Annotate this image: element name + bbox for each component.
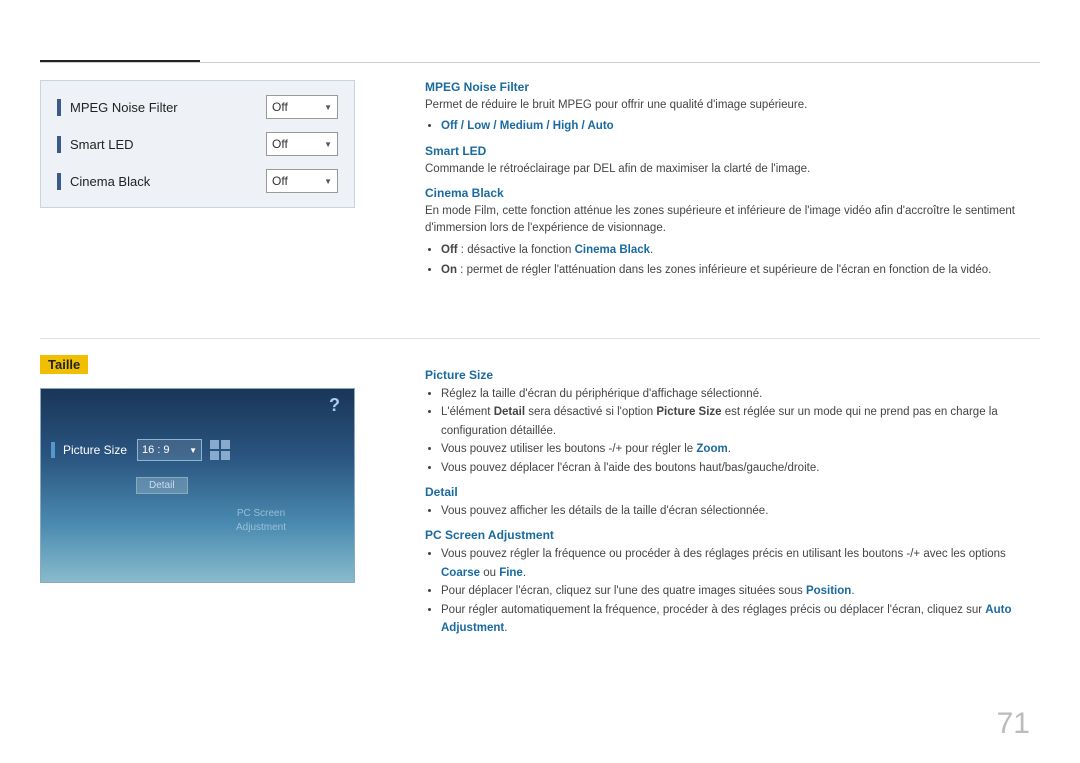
menu-row-smart-led: Smart LED Off ▼ (57, 132, 338, 156)
dropdown-cinema-black[interactable]: Off ▼ (266, 169, 338, 193)
picture-size-value: 16 : 9 (142, 444, 170, 456)
section-bullets-mpeg: Off / Low / Medium / High / Auto (441, 117, 1040, 135)
top-divider-right (40, 62, 1040, 63)
picture-size-bar (51, 442, 55, 458)
grid-cell-4 (221, 451, 230, 460)
section-title-picture-size: Picture Size (425, 368, 1040, 382)
right-panel-top: MPEG Noise Filter Permet de réduire le b… (425, 80, 1040, 288)
picture-size-arrow: ▼ (189, 446, 197, 455)
detail-button[interactable]: Detail (136, 477, 188, 494)
pc-screen-line1: PC Screen (236, 507, 286, 521)
pc-screen-btn[interactable]: PC Screen Adjustment (236, 507, 286, 535)
left-menu-panel: MPEG Noise Filter Off ▼ Smart LED Off ▼ … (40, 80, 355, 208)
detail-bullet-1: Vous pouvez afficher les détails de la t… (441, 502, 1040, 520)
menu-bar-cinema-black (57, 173, 61, 190)
bullets-detail: Vous pouvez afficher les détails de la t… (441, 502, 1040, 520)
dropdown-cinema-black-arrow: ▼ (324, 177, 332, 186)
section-picture-size: Picture Size Réglez la taille d'écran du… (425, 368, 1040, 477)
picture-size-label: Picture Size (63, 443, 127, 457)
section-title-mpeg: MPEG Noise Filter (425, 80, 1040, 94)
section-smart-led: Smart LED Commande le rétroéclairage par… (425, 144, 1040, 178)
dropdown-mpeg[interactable]: Off ▼ (266, 95, 338, 119)
bullet-cb-1: Off : désactive la fonction Cinema Black… (441, 241, 1040, 261)
grid-cell-1 (210, 440, 219, 449)
section-desc-mpeg: Permet de réduire le bruit MPEG pour off… (425, 97, 1040, 114)
question-mark-icon: ? (329, 395, 340, 416)
panel-bg (41, 389, 354, 582)
pc-screen-line2: Adjustment (236, 521, 286, 535)
picture-size-row: Picture Size 16 : 9 ▼ (51, 439, 230, 461)
section-title-smart-led: Smart LED (425, 144, 1040, 158)
section-bullets-cinema-black: Off : désactive la fonction Cinema Black… (441, 241, 1040, 280)
dropdown-smart-led-arrow: ▼ (324, 140, 332, 149)
ps-bullet-2: L'élément Detail sera désactivé si l'opt… (441, 403, 1040, 440)
ps-bullet-3: Vous pouvez utiliser les boutons -/+ pou… (441, 440, 1040, 458)
bullet-mpeg-1-text: Off / Low / Medium / High / Auto (441, 120, 614, 132)
dropdown-mpeg-arrow: ▼ (324, 103, 332, 112)
section-pc-screen: PC Screen Adjustment Vous pouvez régler … (425, 528, 1040, 637)
menu-bar-smart-led (57, 136, 61, 153)
picture-size-panel: ? Picture Size 16 : 9 ▼ Detail PC Screen… (40, 388, 355, 583)
section-desc-cinema-black: En mode Film, cette fonction atténue les… (425, 203, 1040, 238)
section-cinema-black: Cinema Black En mode Film, cette fonctio… (425, 186, 1040, 281)
bullet-cb-2: On : permet de régler l'atténuation dans… (441, 261, 1040, 281)
menu-label-mpeg: MPEG Noise Filter (70, 100, 266, 115)
taille-label: Taille (40, 355, 88, 374)
dropdown-mpeg-value: Off (272, 100, 288, 114)
pc-bullet-3: Pour régler automatiquement la fréquence… (441, 601, 1040, 638)
bullets-picture-size: Réglez la taille d'écran du périphérique… (441, 385, 1040, 477)
dropdown-cinema-black-value: Off (272, 174, 288, 188)
ps-bullet-4: Vous pouvez déplacer l'écran à l'aide de… (441, 459, 1040, 477)
bullets-pc-screen: Vous pouvez régler la fréquence ou procé… (441, 545, 1040, 637)
menu-row-mpeg: MPEG Noise Filter Off ▼ (57, 95, 338, 119)
page-number: 71 (997, 707, 1030, 741)
right-panel-bottom: Picture Size Réglez la taille d'écran du… (425, 368, 1040, 645)
pc-bullet-2: Pour déplacer l'écran, cliquez sur l'une… (441, 582, 1040, 600)
menu-label-smart-led: Smart LED (70, 137, 266, 152)
section-mpeg: MPEG Noise Filter Permet de réduire le b… (425, 80, 1040, 136)
section-desc-smart-led: Commande le rétroéclairage par DEL afin … (425, 161, 1040, 178)
grid-cell-2 (221, 440, 230, 449)
dropdown-smart-led[interactable]: Off ▼ (266, 132, 338, 156)
section-detail: Detail Vous pouvez afficher les détails … (425, 485, 1040, 520)
grid-cell-3 (210, 451, 219, 460)
grid-icon[interactable] (210, 440, 230, 460)
pc-bullet-1: Vous pouvez régler la fréquence ou procé… (441, 545, 1040, 582)
picture-size-dropdown[interactable]: 16 : 9 ▼ (137, 439, 202, 461)
dropdown-smart-led-value: Off (272, 137, 288, 151)
bullet-mpeg-1: Off / Low / Medium / High / Auto (441, 117, 1040, 135)
menu-row-cinema-black: Cinema Black Off ▼ (57, 169, 338, 193)
menu-bar-mpeg (57, 99, 61, 116)
section-title-cinema-black: Cinema Black (425, 186, 1040, 200)
menu-label-cinema-black: Cinema Black (70, 174, 266, 189)
section-title-detail: Detail (425, 485, 1040, 499)
mid-divider (40, 338, 1040, 339)
section-title-pc-screen: PC Screen Adjustment (425, 528, 1040, 542)
detail-btn-label[interactable]: Detail (136, 477, 188, 494)
ps-bullet-1: Réglez la taille d'écran du périphérique… (441, 385, 1040, 403)
